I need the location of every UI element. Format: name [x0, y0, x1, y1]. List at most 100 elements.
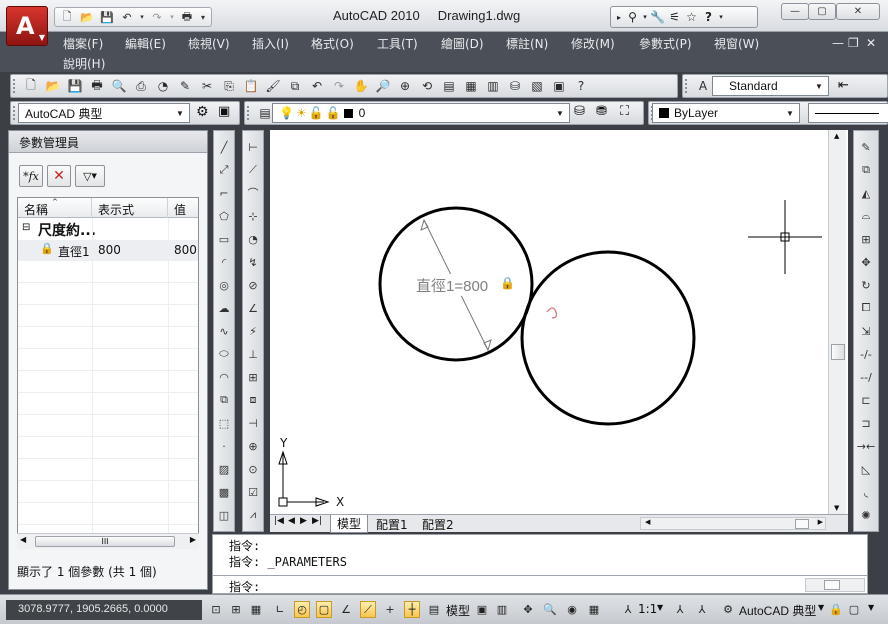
zoom-window-icon[interactable]: ⊕ — [396, 77, 414, 95]
grid-horizontal-scrollbar[interactable]: ◀ III ▶ — [17, 533, 199, 549]
scroll-thumb[interactable]: III — [35, 536, 175, 547]
ellipse-icon[interactable]: ⬭ — [216, 346, 232, 362]
minimize-button[interactable]: — — [781, 3, 809, 20]
workspace-select[interactable]: AutoCAD 典型 ▼ — [18, 103, 190, 123]
redo-icon[interactable]: ↷ — [330, 77, 348, 95]
baseline-icon[interactable]: ⊥ — [245, 346, 261, 362]
break-at-point-icon[interactable]: ⊏ — [858, 392, 874, 408]
calculator-icon[interactable]: ▣ — [550, 77, 568, 95]
ellipse-arc-icon[interactable]: ◠ — [216, 369, 232, 385]
layer-previous-icon[interactable]: ⛃ — [596, 104, 607, 119]
open-icon[interactable]: 📂 — [44, 77, 62, 95]
tab-prev-icon[interactable]: ◀ — [288, 516, 295, 526]
polar-tracking-icon[interactable]: ◴ — [294, 601, 310, 618]
status-menu-icon[interactable]: ▼ — [868, 603, 874, 612]
menu-file[interactable]: 檔案(F) — [63, 35, 103, 52]
redo-icon[interactable]: ↷ — [148, 9, 166, 25]
doc-close-icon[interactable]: ✕ — [866, 36, 876, 50]
hatch-icon[interactable]: ▨ — [216, 461, 232, 477]
close-button[interactable]: ✕ — [836, 3, 880, 20]
menu-dimension[interactable]: 標註(N) — [506, 35, 548, 52]
make-current-layer-icon[interactable]: ⛁ — [574, 104, 585, 119]
annotation-scale-icon[interactable]: ⅄ — [620, 601, 636, 618]
tab-model[interactable]: 模型 — [330, 515, 369, 533]
scroll-thumb[interactable] — [824, 580, 840, 590]
color-select[interactable]: ByLayer ▼ — [652, 103, 800, 123]
canvas-vertical-scrollbar[interactable]: ▲ ▼ — [828, 130, 846, 514]
plot-icon[interactable]: 🖶 — [88, 77, 106, 95]
join-icon[interactable]: →← — [857, 438, 875, 454]
plot-preview-icon[interactable]: 🔍 — [110, 77, 128, 95]
scroll-right-icon[interactable]: ▶ — [190, 535, 196, 544]
construction-line-icon[interactable]: ⤢ — [216, 162, 232, 178]
menu-draw[interactable]: 繪圖(D) — [441, 35, 484, 52]
insert-block-icon[interactable]: ⧉ — [216, 392, 232, 408]
erase-icon[interactable]: ✎ — [858, 139, 874, 155]
toolbar-grip[interactable] — [685, 79, 689, 93]
chamfer-icon[interactable]: ◺ — [858, 461, 874, 477]
menu-window[interactable]: 視窗(W) — [714, 35, 759, 52]
quick-properties-icon[interactable]: ▤ — [426, 601, 442, 618]
command-input[interactable] — [279, 577, 799, 593]
circle-right[interactable] — [520, 250, 696, 426]
scroll-left-icon[interactable]: ◀ — [20, 535, 26, 544]
text-style-select[interactable]: Standard ▼ — [712, 76, 829, 96]
redo-dropdown-icon[interactable]: ▾ — [168, 9, 176, 25]
column-header-name[interactable]: 名稱 ^ — [18, 198, 92, 218]
clean-screen-icon[interactable]: ▢ — [846, 601, 862, 618]
polyline-icon[interactable]: ⌐ — [216, 185, 232, 201]
binoculars-icon[interactable]: ⚲ — [624, 8, 641, 26]
showmotion-icon[interactable]: ▦ — [586, 601, 602, 618]
quick-view-drawings-icon[interactable]: ▥ — [494, 601, 510, 618]
open-folder-icon[interactable]: 📂 — [78, 9, 96, 25]
jogged-icon[interactable]: ↯ — [245, 254, 261, 270]
collapse-icon[interactable]: ⊟ — [22, 222, 30, 233]
ortho-mode-icon[interactable]: ∟ — [272, 601, 288, 618]
match-properties-icon[interactable]: 🖌 — [264, 77, 282, 95]
quick-dim-icon[interactable]: ⚡ — [245, 323, 261, 339]
lineweight-icon[interactable]: ┼ — [404, 601, 420, 618]
rotate-icon[interactable]: ↻ — [858, 277, 874, 293]
linear-dim-icon[interactable]: ⊢ — [245, 139, 261, 155]
explode-icon[interactable]: ✺ — [858, 507, 874, 523]
scale-icon[interactable]: ⧠ — [858, 300, 874, 316]
scroll-thumb[interactable] — [795, 519, 809, 529]
grid-display-icon[interactable]: ▦ — [248, 601, 264, 618]
drawing-canvas[interactable]: 直徑1=800 🔒 Y X — [270, 130, 848, 514]
move-icon[interactable]: ✥ — [858, 254, 874, 270]
column-header-expression[interactable]: 表示式 — [92, 198, 168, 218]
gradient-icon[interactable]: ▩ — [216, 484, 232, 500]
publish-icon[interactable]: ⎙ — [132, 77, 150, 95]
scroll-thumb[interactable] — [831, 344, 845, 360]
annotation-visibility-icon[interactable]: ⅄ — [672, 601, 688, 618]
inspect-icon[interactable]: ☑ — [245, 484, 261, 500]
undo-icon[interactable]: ↶ — [118, 9, 136, 25]
search-dropdown-icon[interactable]: ▾ — [641, 8, 649, 26]
new-file-icon[interactable]: 🗋 — [58, 9, 76, 25]
table-row[interactable]: 🔒 直徑1 800 800 — [18, 240, 198, 260]
continue-icon[interactable]: ⊞ — [245, 369, 261, 385]
delete-parameter-button[interactable]: ✕ — [47, 165, 71, 187]
toolbar-grip[interactable] — [13, 106, 17, 120]
workspace-settings-icon[interactable]: ⚙ — [196, 104, 209, 120]
quick-view-layouts-icon[interactable]: ▣ — [474, 601, 490, 618]
tab-layout1[interactable]: 配置1 — [376, 516, 408, 533]
layer-state-icon[interactable]: ⛶ — [620, 104, 629, 119]
zoom-realtime-icon[interactable]: 🔎 — [374, 77, 392, 95]
toolbar-grip[interactable] — [247, 106, 251, 120]
workspace-switching-icon[interactable]: ⚙ — [720, 601, 736, 618]
angular-dim-icon[interactable]: ∠ — [245, 300, 261, 316]
param-expression[interactable]: 800 — [98, 243, 121, 257]
menu-tools[interactable]: 工具(T) — [377, 35, 418, 52]
zoom-icon[interactable]: 🔍 — [542, 601, 558, 618]
menu-edit[interactable]: 編輯(E) — [125, 35, 166, 52]
chevron-down-icon[interactable]: ▼ — [657, 603, 663, 612]
3d-print-icon[interactable]: ◔ — [154, 77, 172, 95]
make-block-icon[interactable]: ⬚ — [216, 415, 232, 431]
offset-icon[interactable]: ⌓ — [858, 208, 874, 224]
favorites-star-icon[interactable]: ☆ — [683, 8, 700, 26]
line-icon[interactable]: ╱ — [216, 139, 232, 155]
lock-ui-icon[interactable]: 🔒 — [828, 601, 844, 618]
polygon-icon[interactable]: ⬠ — [216, 208, 232, 224]
command-scrollbar[interactable] — [805, 578, 865, 592]
